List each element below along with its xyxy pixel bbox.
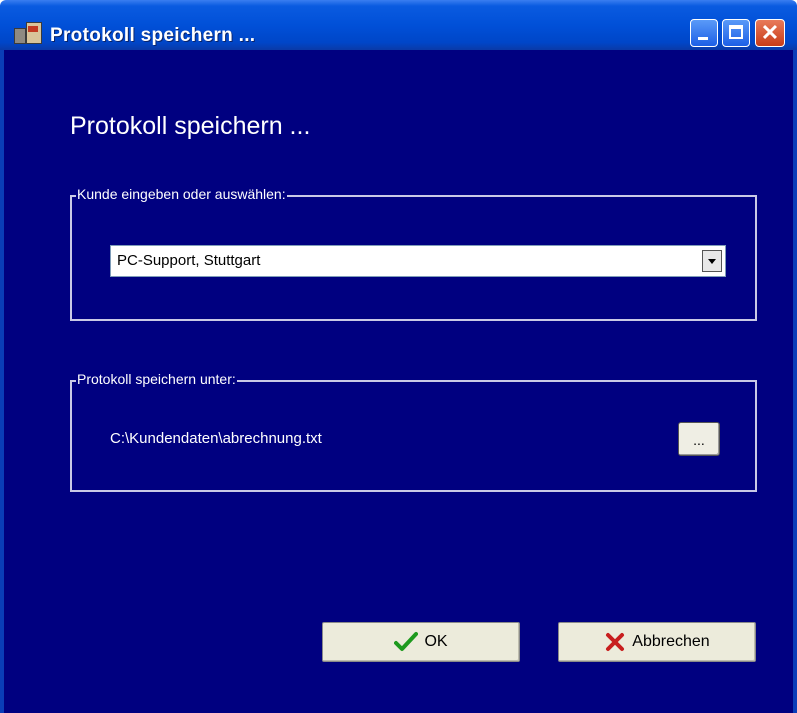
checkmark-icon	[394, 632, 419, 651]
dialog-body: Protokoll speichern ... Kunde eingeben o…	[0, 50, 797, 713]
dropdown-arrow-icon[interactable]	[702, 250, 722, 272]
browse-button-label: ...	[693, 432, 705, 448]
cancel-x-icon	[606, 633, 625, 651]
save-location-groupbox: Protokoll speichern unter: C:\Kundendate…	[70, 371, 757, 492]
maximize-button[interactable]	[722, 19, 750, 47]
minimize-button[interactable]	[690, 19, 718, 47]
cancel-button[interactable]: Abbrechen	[558, 622, 756, 662]
cancel-button-label: Abbrechen	[632, 633, 710, 650]
close-button[interactable]: ✕	[755, 19, 785, 47]
dialog-window: Protokoll speichern ... ✕ Protokoll spei…	[0, 0, 797, 713]
save-location-group-label: Protokoll speichern unter:	[76, 371, 237, 387]
dialog-heading: Protokoll speichern ...	[70, 112, 311, 140]
customer-group-label: Kunde eingeben oder auswählen:	[76, 186, 287, 202]
customer-combobox-value: PC-Support, Stuttgart	[117, 252, 261, 269]
browse-button[interactable]: ...	[678, 422, 720, 456]
title-bar[interactable]: Protokoll speichern ... ✕	[0, 0, 797, 50]
minimize-icon	[698, 37, 708, 40]
save-path-text: C:\Kundendaten\abrechnung.txt	[110, 430, 322, 447]
customer-combobox[interactable]: PC-Support, Stuttgart	[110, 245, 726, 277]
ok-button-label: OK	[424, 633, 448, 650]
customer-groupbox: Kunde eingeben oder auswählen: PC-Suppor…	[70, 186, 757, 321]
maximize-icon	[729, 25, 743, 39]
close-icon: ✕	[760, 20, 780, 45]
app-icon[interactable]	[14, 22, 44, 44]
ok-button[interactable]: OK	[322, 622, 520, 662]
window-title: Protokoll speichern ...	[50, 25, 256, 46]
